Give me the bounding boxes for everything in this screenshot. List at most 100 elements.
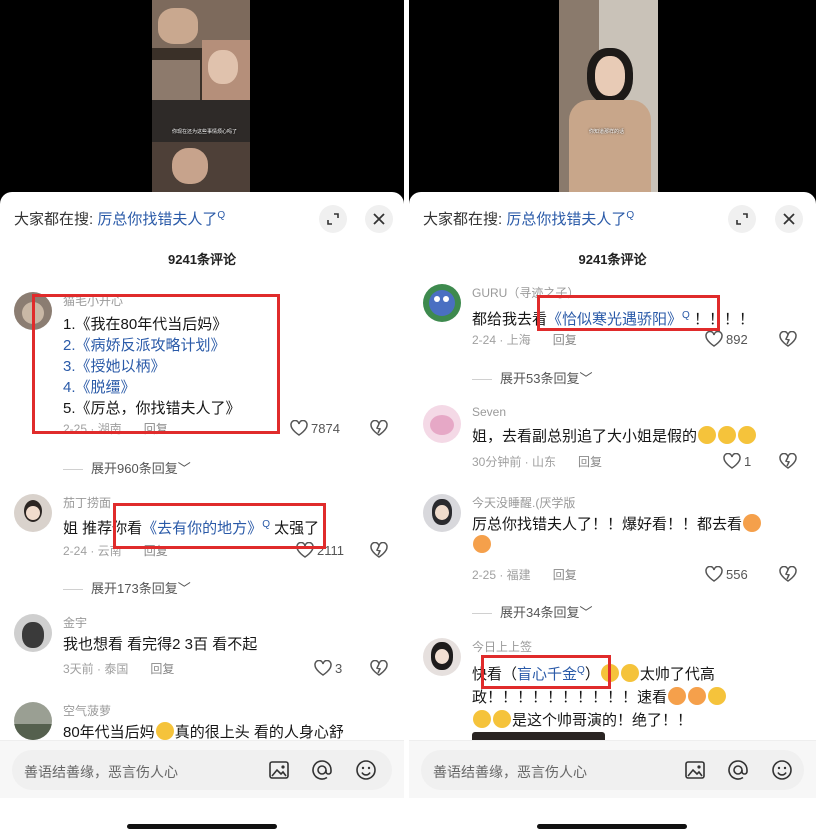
video-subtitle: 你知道那样的话 bbox=[589, 129, 625, 135]
emoji-icon bbox=[155, 722, 174, 740]
expand-icon[interactable] bbox=[319, 205, 347, 233]
comments-sheet: 大家都在搜: 厉总你找错夫人了Q 9241条评论 猫毛小开心 1.《我在80年代… bbox=[0, 192, 404, 834]
reply-button[interactable]: 回复 bbox=[150, 662, 174, 676]
home-indicator[interactable] bbox=[537, 824, 687, 829]
close-icon[interactable] bbox=[365, 205, 393, 233]
reply-button[interactable]: 回复 bbox=[553, 568, 577, 582]
drama-link[interactable]: 2.《病娇反派攻略计划》 bbox=[63, 335, 241, 356]
expand-replies[interactable]: 展开173条回复﹀ bbox=[63, 578, 191, 597]
emoji-icon bbox=[473, 535, 491, 553]
dislike-heart-icon[interactable] bbox=[370, 659, 388, 681]
expand-icon[interactable] bbox=[728, 205, 756, 233]
right-screenshot: 你知道那样的话 大家都在搜: 厉总你找错夫人了Q 9241条评论 GURU（寻迹… bbox=[409, 0, 816, 834]
expand-replies[interactable]: 展开53条回复﹀ bbox=[472, 368, 592, 387]
comment-text: 厉总你找错夫人了！！爆好看！！都去看 bbox=[472, 514, 762, 556]
avatar[interactable] bbox=[423, 638, 461, 676]
at-icon[interactable] bbox=[726, 758, 750, 782]
dislike-heart-icon[interactable] bbox=[370, 419, 388, 441]
comment-input-bar: 善语结善缘，恶言伤人心 bbox=[409, 740, 816, 798]
username[interactable]: 茄丁捞面 bbox=[63, 494, 111, 511]
heart-icon bbox=[723, 453, 741, 469]
chevron-down-icon: ﹀ bbox=[579, 605, 593, 620]
like-button[interactable]: 556 bbox=[705, 566, 748, 582]
comment-text: 我也想看 看完得2 3百 看不起 bbox=[63, 636, 258, 653]
dislike-heart-icon[interactable] bbox=[779, 330, 797, 352]
comment-input[interactable]: 善语结善缘，恶言伤人心 bbox=[12, 750, 392, 790]
smile-icon[interactable] bbox=[354, 758, 378, 782]
avatar[interactable] bbox=[14, 494, 52, 532]
like-button[interactable]: 2111 bbox=[296, 542, 344, 558]
username[interactable]: 金宇 bbox=[63, 614, 87, 631]
image-thumbnail[interactable] bbox=[472, 732, 605, 740]
reply-button[interactable]: 回复 bbox=[578, 455, 602, 469]
username[interactable]: GURU（寻迹之子） bbox=[472, 284, 579, 301]
comment-text: 都给我去看《恰似寒光遇骄阳》Q ！！！！ bbox=[472, 310, 754, 328]
search-suggestion[interactable]: 大家都在搜: 厉总你找错夫人了Q bbox=[423, 208, 634, 229]
like-button[interactable]: 1 bbox=[723, 453, 751, 469]
drama-link[interactable]: 《恰似寒光遇骄阳》Q bbox=[547, 310, 690, 328]
search-prefix: 大家都在搜: bbox=[423, 211, 503, 228]
emoji-icon bbox=[743, 514, 762, 532]
username[interactable]: 猫毛小开心 bbox=[63, 292, 123, 309]
comment-count: 9241条评论 bbox=[168, 252, 236, 267]
search-term-link[interactable]: 厉总你找错夫人了Q bbox=[506, 210, 634, 228]
drama-link[interactable]: 4.《脱缰》 bbox=[63, 377, 241, 398]
reply-button[interactable]: 回复 bbox=[144, 422, 168, 436]
emoji-icon bbox=[738, 426, 757, 444]
username[interactable]: 今天没睡醒.(厌学版 bbox=[472, 494, 575, 511]
dislike-heart-icon[interactable] bbox=[779, 565, 797, 587]
emoji-icon bbox=[600, 664, 619, 682]
like-button[interactable]: 7874 bbox=[290, 420, 340, 436]
home-indicator[interactable] bbox=[127, 824, 277, 829]
comment-input[interactable]: 善语结善缘，恶言伤人心 bbox=[421, 750, 804, 790]
image-icon[interactable] bbox=[683, 758, 707, 782]
search-suggestion[interactable]: 大家都在搜: 厉总你找错夫人了Q bbox=[14, 208, 225, 229]
heart-icon bbox=[290, 420, 308, 436]
heart-icon bbox=[705, 566, 723, 582]
video-player[interactable]: 你现在还为这些事情烦心吗了 bbox=[152, 0, 250, 192]
comment-meta: 2-24 · 上海 回复 bbox=[472, 333, 577, 347]
chevron-down-icon: ﹀ bbox=[177, 461, 191, 476]
avatar[interactable] bbox=[423, 494, 461, 532]
at-icon[interactable] bbox=[310, 758, 334, 782]
comment-text: 姐 推荐你看《去有你的地方》Q 太强了 bbox=[63, 519, 320, 537]
comment-text: 姐，去看副总别追了大小姐是假的 bbox=[472, 426, 757, 447]
emoji-icon bbox=[668, 687, 687, 705]
like-button[interactable]: 3 bbox=[314, 660, 342, 676]
chevron-down-icon: ﹀ bbox=[579, 371, 593, 386]
avatar[interactable] bbox=[423, 405, 461, 443]
username[interactable]: 今日上上签 bbox=[472, 638, 532, 655]
reply-button[interactable]: 回复 bbox=[553, 333, 577, 347]
emoji-icon bbox=[698, 426, 717, 444]
comment-meta: 2-25 · 湖南 回复 bbox=[63, 422, 168, 436]
drama-link[interactable]: 盲心千金Q bbox=[517, 665, 585, 683]
search-term-link[interactable]: 厉总你找错夫人了Q bbox=[97, 210, 226, 228]
expand-replies[interactable]: 展开34条回复﹀ bbox=[472, 602, 592, 621]
drama-link[interactable]: 3.《授她以柄》 bbox=[63, 356, 241, 377]
username[interactable]: 空气菠萝 bbox=[63, 702, 111, 719]
video-subtitle: 你现在还为这些事情烦心吗了 bbox=[172, 129, 238, 135]
comment-meta: 3天前 · 泰国 回复 bbox=[63, 662, 175, 676]
avatar[interactable] bbox=[14, 702, 52, 740]
search-prefix: 大家都在搜: bbox=[14, 211, 94, 228]
image-icon[interactable] bbox=[267, 758, 291, 782]
comment-input-bar: 善语结善缘，恶言伤人心 bbox=[0, 740, 404, 798]
emoji-icon bbox=[688, 687, 707, 705]
close-icon[interactable] bbox=[775, 205, 803, 233]
reply-button[interactable]: 回复 bbox=[144, 544, 168, 558]
avatar[interactable] bbox=[14, 614, 52, 652]
username[interactable]: Seven bbox=[472, 405, 506, 419]
dislike-heart-icon[interactable] bbox=[779, 452, 797, 474]
avatar[interactable] bbox=[14, 292, 52, 330]
video-player[interactable]: 你知道那样的话 bbox=[559, 0, 658, 192]
emoji-icon bbox=[620, 664, 639, 682]
expand-replies[interactable]: 展开960条回复﹀ bbox=[63, 458, 191, 477]
smile-icon[interactable] bbox=[770, 758, 794, 782]
emoji-icon bbox=[708, 687, 727, 705]
avatar[interactable] bbox=[423, 284, 461, 322]
heart-icon bbox=[705, 331, 723, 347]
dislike-heart-icon[interactable] bbox=[370, 541, 388, 563]
search-suffix-icon: Q bbox=[217, 210, 226, 221]
drama-link[interactable]: 《去有你的地方》Q bbox=[142, 519, 270, 537]
like-button[interactable]: 892 bbox=[705, 331, 748, 347]
